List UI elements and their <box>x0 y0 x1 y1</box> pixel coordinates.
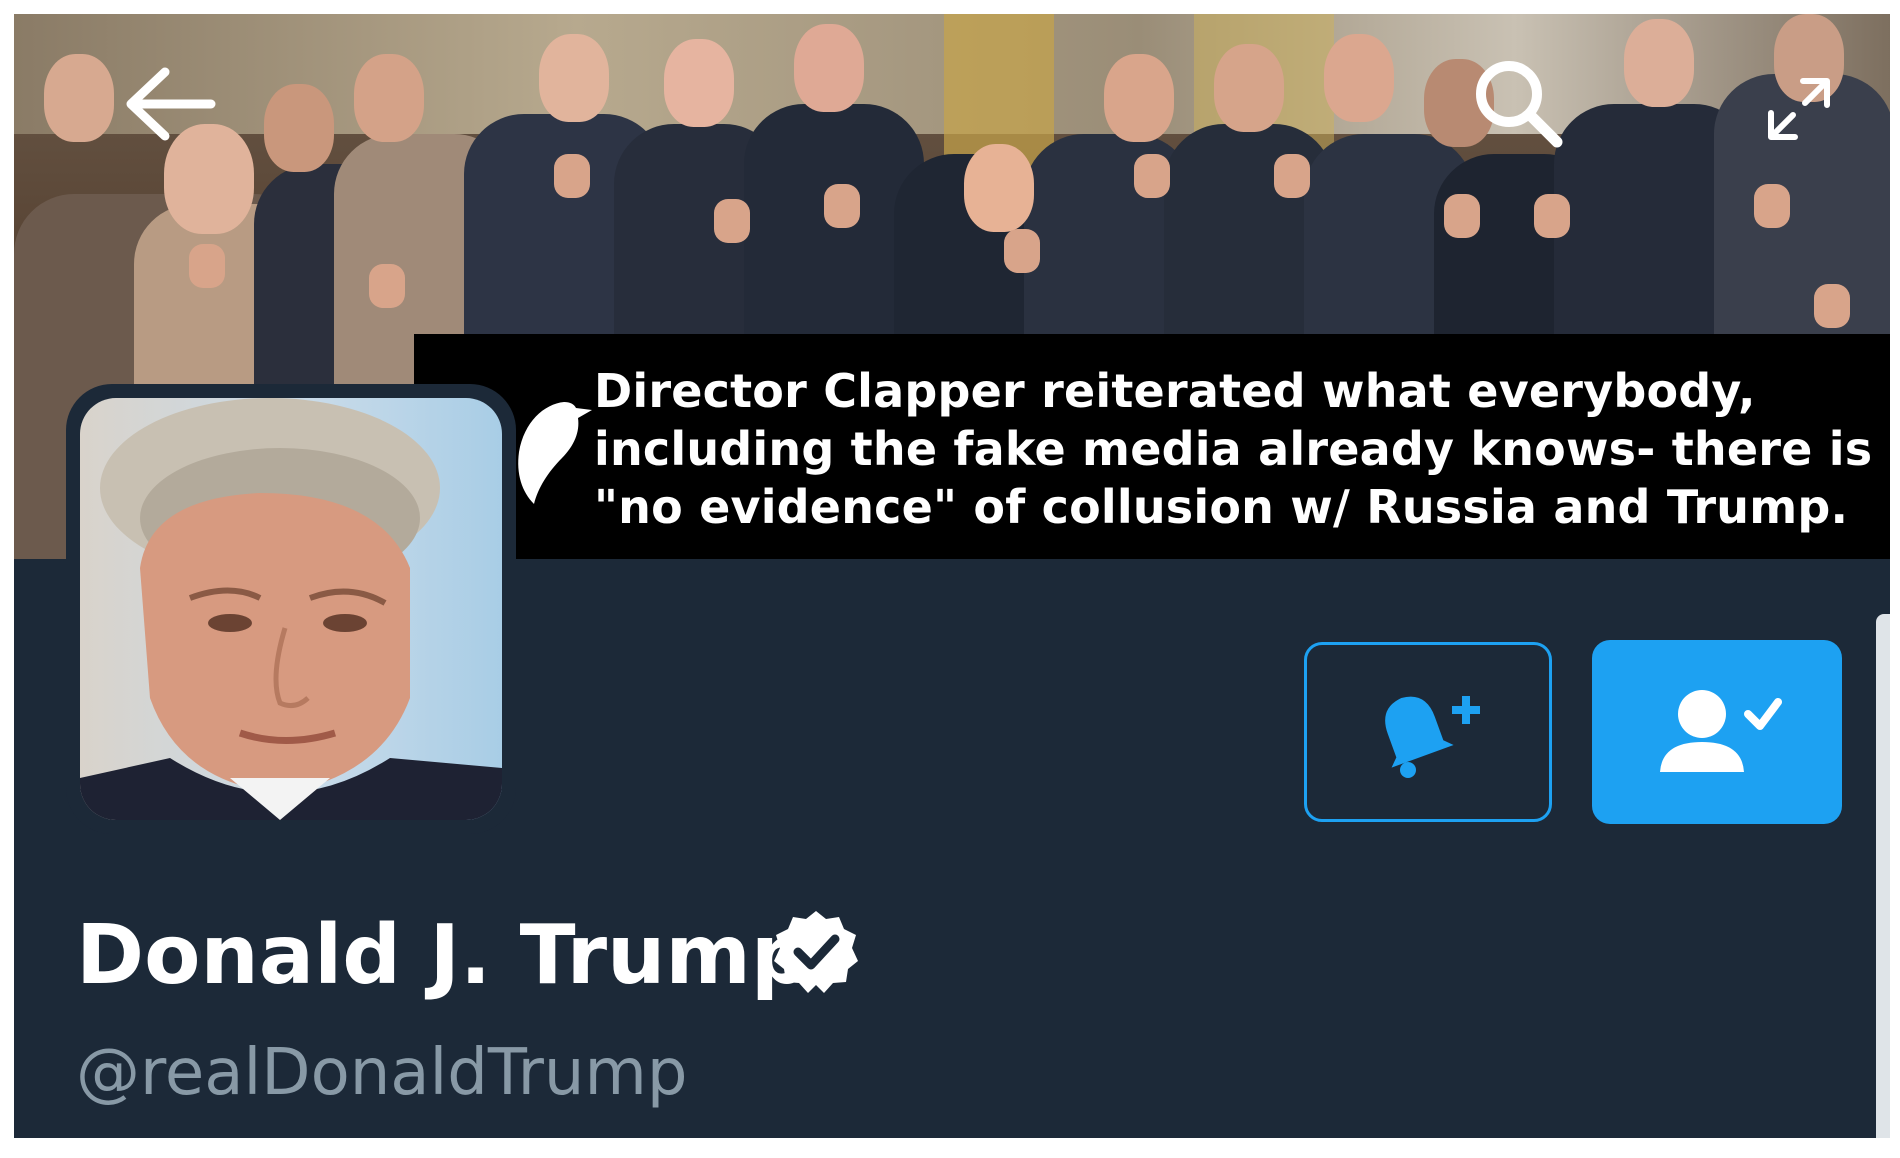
expand-icon[interactable] <box>1754 64 1844 154</box>
bell-plus-icon <box>1368 680 1488 784</box>
tweet-text: Director Clapper reiterated what everybo… <box>594 364 1873 534</box>
following-button[interactable] <box>1592 640 1842 824</box>
bird-icon <box>504 392 594 512</box>
avatar[interactable] <box>80 398 502 820</box>
notifications-button[interactable] <box>1304 642 1552 822</box>
search-icon[interactable] <box>1464 54 1574 154</box>
profile-screen: Director Clapper reiterated what everybo… <box>14 14 1890 1138</box>
username-handle: @realDonaldTrump <box>76 1036 688 1110</box>
verified-badge-icon <box>774 909 858 993</box>
scrollbar[interactable] <box>1876 614 1890 1138</box>
user-check-icon <box>1652 680 1782 784</box>
back-arrow-icon[interactable] <box>114 54 224 154</box>
display-name: Donald J. Trump <box>76 908 810 1003</box>
